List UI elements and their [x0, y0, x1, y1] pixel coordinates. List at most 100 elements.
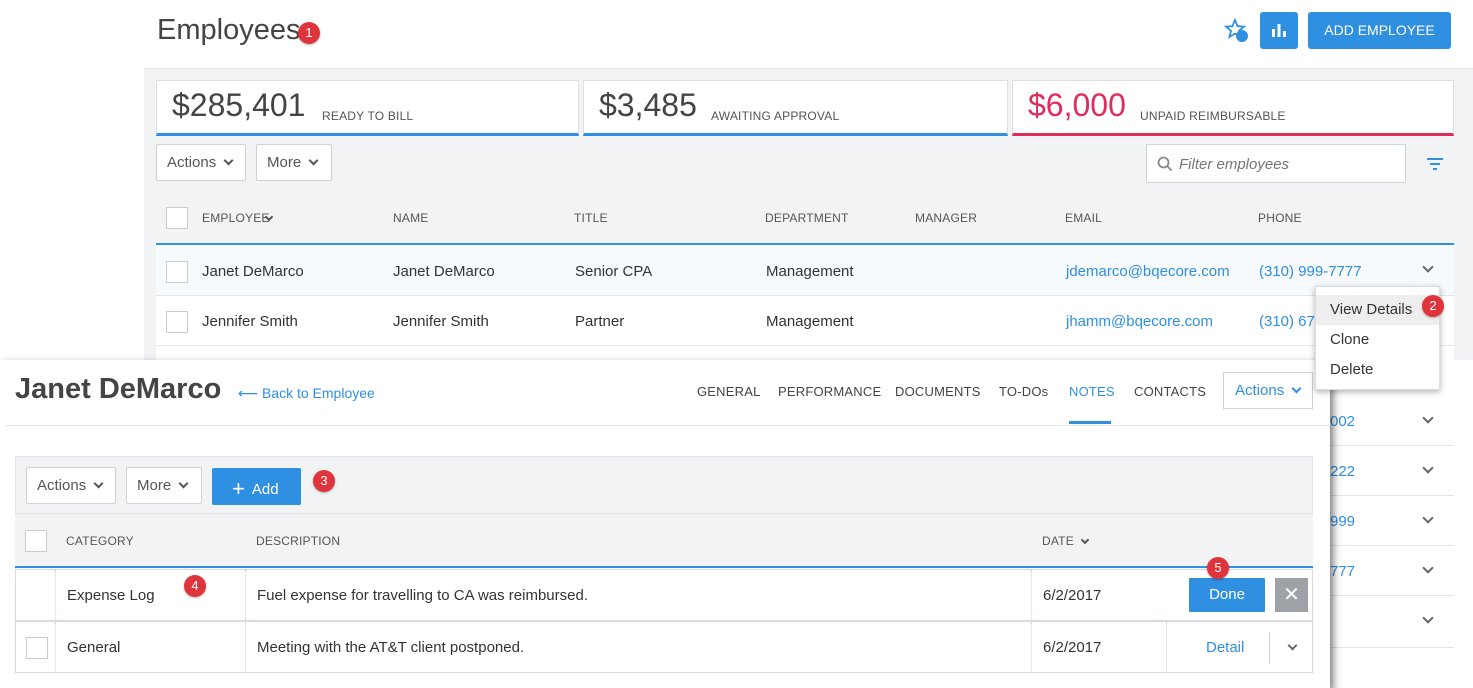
- actions-label: Actions: [167, 154, 217, 171]
- divider: [5, 425, 1330, 426]
- filter-icon[interactable]: [1426, 156, 1444, 172]
- cell-name: Janet DeMarco: [393, 263, 495, 280]
- more-label: More: [137, 477, 172, 494]
- cell-phone[interactable]: 777: [1330, 563, 1355, 580]
- cell-department: Management: [766, 313, 854, 330]
- notes-more-dropdown[interactable]: More: [126, 467, 202, 504]
- cell-phone[interactable]: (310) 678: [1259, 313, 1323, 330]
- notes-table-header: CATEGORY DESCRIPTION DATE: [15, 514, 1313, 568]
- cell-date: 6/2/2017: [1043, 639, 1102, 656]
- cell-phone[interactable]: (310) 999-7777: [1259, 263, 1362, 280]
- stat-ready-to-bill[interactable]: $285,401 READY TO BILL: [156, 80, 579, 136]
- add-note-button[interactable]: + Add: [212, 468, 301, 505]
- table-header: EMPLOYEE NAME TITLE DEPARTMENT MANAGER E…: [156, 191, 1454, 245]
- table-row[interactable]: 002: [1320, 396, 1454, 446]
- reports-chart-button[interactable]: [1260, 12, 1298, 49]
- tab-contacts[interactable]: CONTACTS: [1134, 384, 1206, 399]
- divider: [1269, 632, 1270, 664]
- cell-phone[interactable]: 999: [1330, 513, 1355, 530]
- stat-label: UNPAID REIMBURSABLE: [1140, 109, 1286, 123]
- cell-title: Partner: [575, 313, 625, 330]
- col-employee[interactable]: EMPLOYEE: [202, 211, 270, 225]
- actions-label: Actions: [37, 477, 87, 494]
- col-name[interactable]: NAME: [393, 211, 428, 225]
- sort-chevron-icon[interactable]: [1080, 535, 1090, 545]
- detail-link[interactable]: Detail: [1206, 639, 1244, 656]
- note-row-editing[interactable]: Expense Log Fuel expense for travelling …: [15, 569, 1313, 621]
- cell-description[interactable]: Fuel expense for travelling to CA was re…: [257, 587, 588, 604]
- row-checkbox[interactable]: [166, 261, 188, 283]
- bar-chart-icon: [1272, 24, 1286, 37]
- menu-item-view-details[interactable]: View Details: [1316, 295, 1439, 325]
- col-phone[interactable]: PHONE: [1258, 211, 1302, 225]
- tab-documents[interactable]: DOCUMENTS: [895, 384, 981, 399]
- row-menu-chevron-icon[interactable]: [1422, 512, 1434, 524]
- add-employee-button[interactable]: ADD EMPLOYEE: [1308, 12, 1451, 49]
- cancel-close-icon[interactable]: ✕: [1275, 578, 1308, 612]
- row-menu-chevron-icon[interactable]: [1287, 640, 1298, 651]
- cell-phone[interactable]: 002: [1330, 413, 1355, 430]
- table-row[interactable]: [1320, 596, 1454, 648]
- cell-email[interactable]: jhamm@bqecore.com: [1066, 313, 1213, 330]
- col-date[interactable]: DATE: [1042, 534, 1074, 548]
- chevron-down-icon: [308, 155, 319, 166]
- row-checkbox[interactable]: [166, 311, 188, 333]
- table-row[interactable]: Jennifer Smith Jennifer Smith Partner Ma…: [156, 296, 1454, 346]
- cell-phone[interactable]: 222: [1330, 463, 1355, 480]
- actions-dropdown[interactable]: Actions: [156, 144, 246, 181]
- col-category[interactable]: CATEGORY: [66, 534, 134, 548]
- cell-date[interactable]: 6/2/2017: [1043, 587, 1101, 604]
- arrow-left-icon: ⟵: [238, 385, 262, 401]
- column-separator: [1031, 622, 1032, 672]
- table-row[interactable]: 777: [1320, 546, 1454, 596]
- column-separator: [1031, 570, 1032, 620]
- notes-toolbar: [15, 456, 1313, 514]
- done-button[interactable]: Done: [1189, 578, 1265, 612]
- chevron-down-icon: [223, 155, 234, 166]
- favorite-star-icon[interactable]: [1223, 17, 1250, 44]
- more-dropdown[interactable]: More: [256, 144, 332, 181]
- col-description[interactable]: DESCRIPTION: [256, 534, 340, 548]
- column-separator: [245, 622, 246, 672]
- filter-employees-input[interactable]: [1179, 153, 1399, 175]
- tab-todos[interactable]: TO-DOs: [999, 384, 1048, 399]
- notes-actions-dropdown[interactable]: Actions: [26, 467, 116, 504]
- employee-actions-dropdown[interactable]: Actions: [1223, 372, 1313, 409]
- table-row[interactable]: 999: [1320, 496, 1454, 546]
- tab-performance[interactable]: PERFORMANCE: [778, 384, 881, 399]
- row-menu-chevron-icon[interactable]: [1422, 562, 1434, 574]
- row-checkbox[interactable]: [26, 637, 48, 659]
- tab-general[interactable]: GENERAL: [697, 384, 761, 399]
- col-email[interactable]: EMAIL: [1065, 211, 1102, 225]
- cell-email[interactable]: jdemarco@bqecore.com: [1066, 263, 1230, 280]
- row-menu-chevron-icon[interactable]: [1422, 412, 1434, 424]
- menu-item-clone[interactable]: Clone: [1316, 325, 1439, 355]
- tab-notes[interactable]: NOTES: [1069, 384, 1115, 399]
- col-title[interactable]: TITLE: [574, 211, 608, 225]
- stat-unpaid-reimbursable[interactable]: $6,000 UNPAID REIMBURSABLE: [1012, 80, 1454, 136]
- stat-awaiting-approval[interactable]: $3,485 AWAITING APPROVAL: [583, 80, 1008, 136]
- cell-employee: Janet DeMarco: [202, 263, 304, 280]
- note-row[interactable]: General Meeting with the AT&T client pos…: [15, 621, 1313, 673]
- cell-department: Management: [766, 263, 854, 280]
- employees-table: EMPLOYEE NAME TITLE DEPARTMENT MANAGER E…: [156, 191, 1454, 361]
- select-all-checkbox[interactable]: [166, 207, 188, 229]
- step-badge-2: 2: [1422, 295, 1444, 317]
- menu-item-delete[interactable]: Delete: [1316, 355, 1439, 385]
- filter-employees-box[interactable]: [1146, 144, 1406, 183]
- cell-category[interactable]: Expense Log: [67, 587, 155, 604]
- chevron-down-icon: [178, 478, 189, 489]
- table-row[interactable]: Janet DeMarco Janet DeMarco Senior CPA M…: [156, 246, 1454, 296]
- select-all-checkbox[interactable]: [25, 530, 47, 552]
- stat-amount: $3,485: [599, 87, 697, 123]
- table-row[interactable]: 222: [1320, 446, 1454, 496]
- step-badge-4: 4: [184, 575, 206, 597]
- row-menu-chevron-icon[interactable]: [1422, 612, 1434, 624]
- actions-label: Actions: [1235, 382, 1285, 399]
- row-menu-chevron-icon[interactable]: [1422, 462, 1434, 474]
- col-department[interactable]: DEPARTMENT: [765, 211, 849, 225]
- row-menu-chevron-icon[interactable]: [1422, 261, 1434, 273]
- back-to-employee-link[interactable]: ⟵ Back to Employee: [238, 385, 375, 402]
- cell-name: Jennifer Smith: [393, 313, 489, 330]
- col-manager[interactable]: MANAGER: [915, 211, 977, 225]
